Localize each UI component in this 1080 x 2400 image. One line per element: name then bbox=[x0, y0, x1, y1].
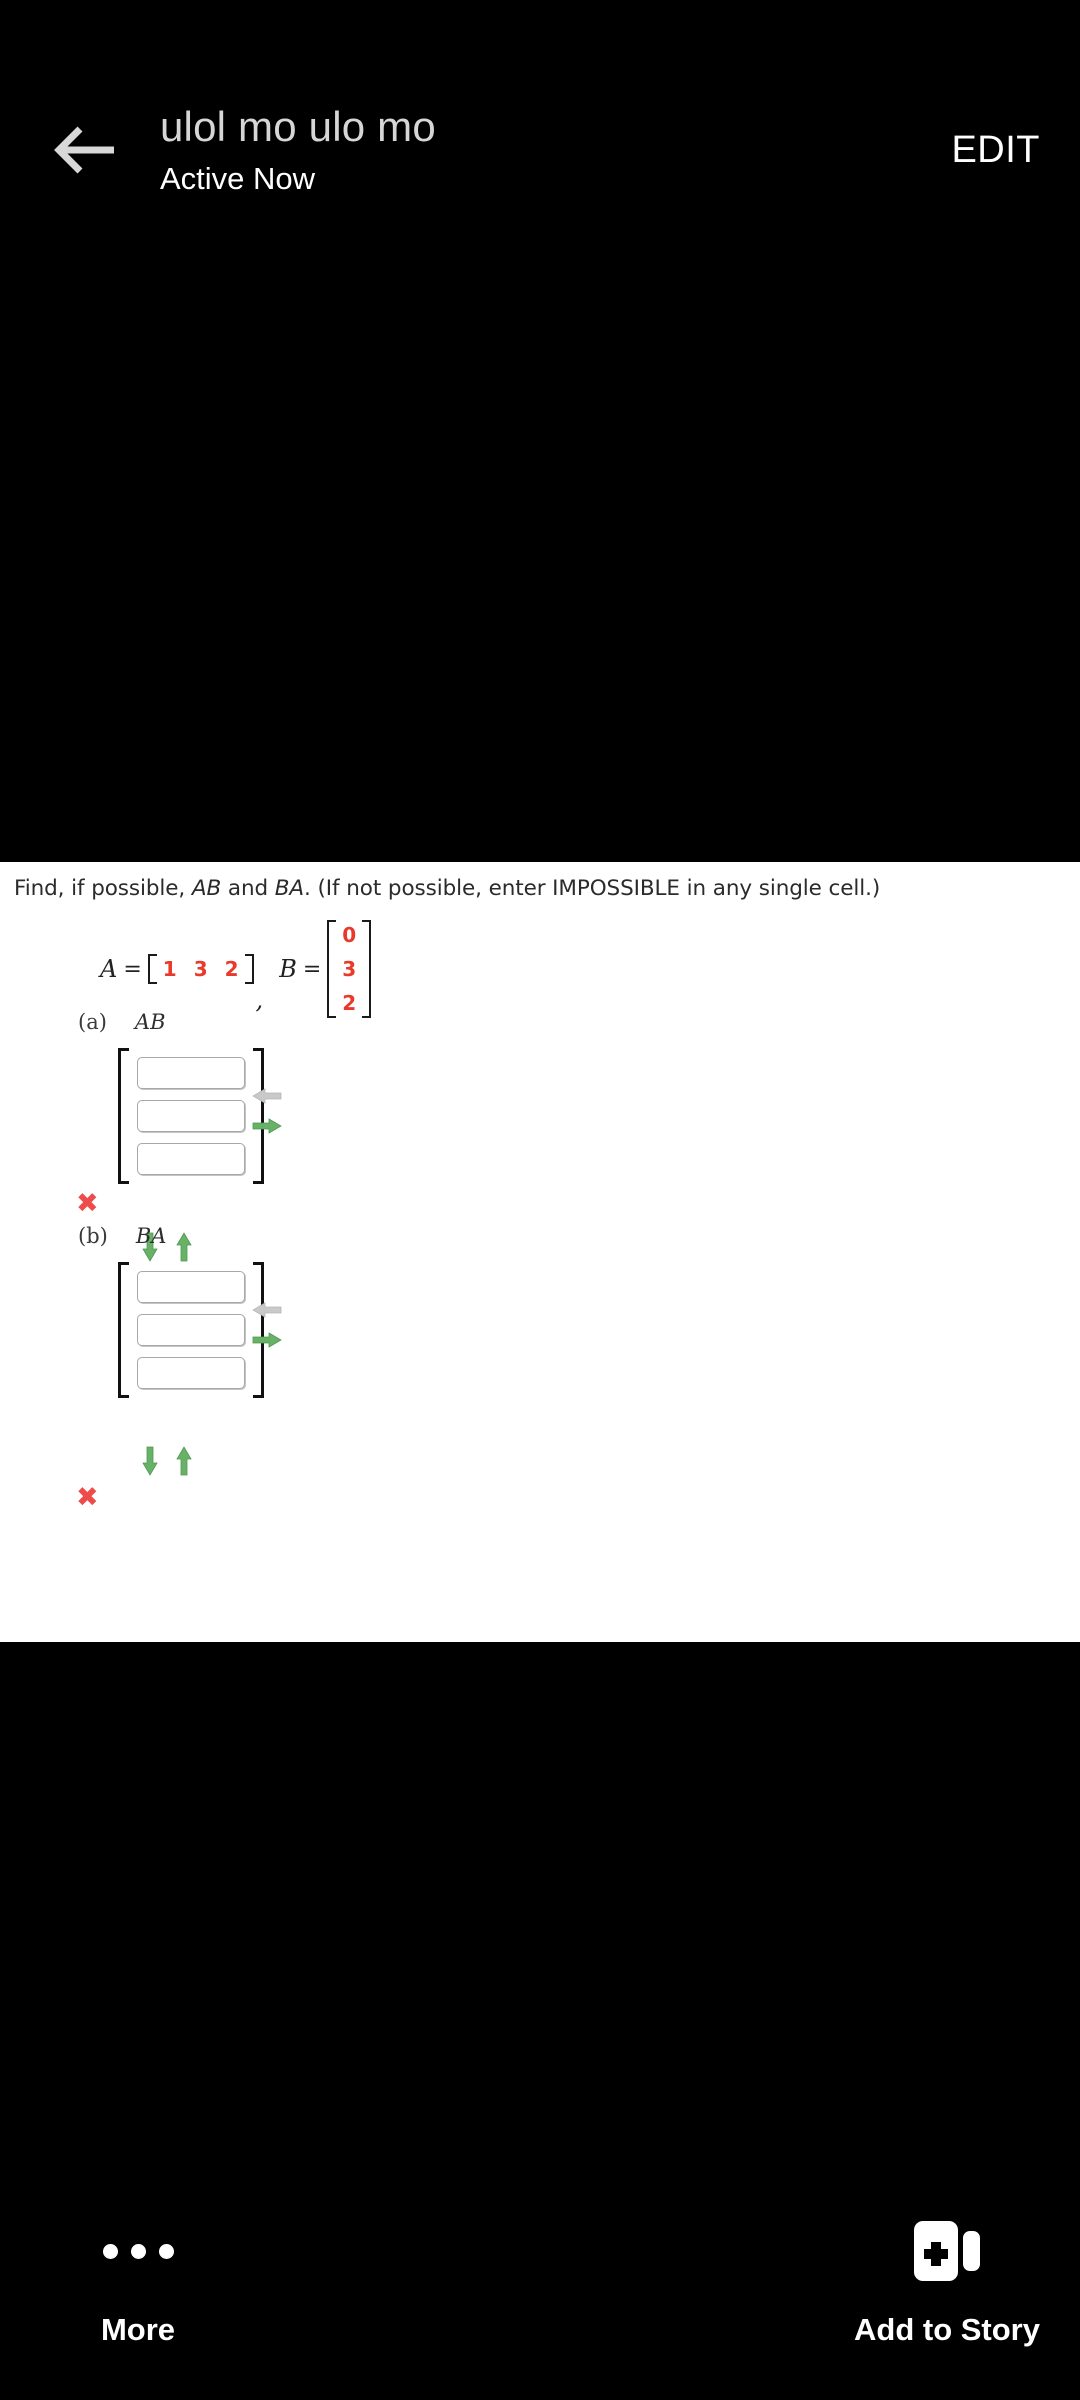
edit-button[interactable]: EDIT bbox=[931, 129, 1040, 172]
part-a-cell-input-2[interactable] bbox=[137, 1100, 245, 1132]
part-b-incorrect-mark: ✖ bbox=[76, 1482, 99, 1513]
matrix-b-cell: 3 bbox=[342, 957, 357, 981]
conversation-title: ulol mo ulo mo bbox=[160, 102, 436, 150]
arrow-up-green-icon[interactable] bbox=[176, 1446, 192, 1476]
more-label: More bbox=[100, 2312, 176, 2347]
add-to-story-label: Add to Story bbox=[854, 2312, 1040, 2347]
part-b-cell-input-3[interactable] bbox=[137, 1357, 245, 1389]
question-mid: and bbox=[221, 876, 275, 901]
matrix-b-cell: 0 bbox=[342, 923, 357, 947]
matrix-a-equals: = bbox=[123, 956, 142, 982]
arrow-right-green-icon[interactable] bbox=[252, 1118, 282, 1134]
conversation-title-block[interactable]: ulol mo ulo mo Active Now bbox=[160, 103, 931, 197]
matrix-b-cell: 2 bbox=[342, 991, 357, 1015]
part-b-cell-input-1[interactable] bbox=[137, 1271, 245, 1303]
add-to-story-icon bbox=[912, 2212, 982, 2290]
shared-media-card: Find, if possible, AB and BA. (If not po… bbox=[0, 862, 1080, 1642]
part-a-label: (a) AB bbox=[78, 1010, 166, 1034]
arrow-left-disabled-icon[interactable] bbox=[252, 1302, 282, 1318]
given-matrices: A = 1 3 2 , B = 0 3 2 bbox=[100, 920, 372, 1018]
matrix-b-label: B bbox=[279, 955, 297, 983]
part-a-incorrect-mark: ✖ bbox=[76, 1188, 99, 1219]
part-b-cells bbox=[129, 1262, 253, 1398]
question-suffix: . (If not possible, enter IMPOSSIBLE in … bbox=[304, 876, 881, 901]
question-expression-ab: AB bbox=[191, 876, 222, 901]
matrix-a-label: A bbox=[100, 955, 118, 983]
part-a-answer-matrix bbox=[118, 1048, 264, 1184]
bracket-left-icon bbox=[147, 954, 157, 984]
conversation-header: ulol mo ulo mo Active Now EDIT bbox=[0, 0, 1080, 260]
add-to-story-button[interactable]: Add to Story bbox=[854, 2212, 1040, 2348]
arrow-right-green-icon[interactable] bbox=[252, 1332, 282, 1348]
part-a-cell-input-3[interactable] bbox=[137, 1143, 245, 1175]
part-b-side-arrows bbox=[252, 1302, 282, 1348]
ellipsis-dot bbox=[158, 2243, 174, 2259]
part-b-expression: BA bbox=[135, 1224, 167, 1248]
matrix-a-cell: 3 bbox=[193, 957, 208, 981]
conversation-status: Active Now bbox=[160, 160, 316, 196]
matrix-a-cell: 1 bbox=[162, 957, 177, 981]
matrix-a-cell: 2 bbox=[224, 957, 239, 981]
part-b-label: (b) BA bbox=[78, 1224, 166, 1248]
matrix-a-body: 1 3 2 bbox=[157, 954, 245, 984]
part-a-cell-input-1[interactable] bbox=[137, 1057, 245, 1089]
question-prompt: Find, if possible, AB and BA. (If not po… bbox=[14, 876, 880, 901]
matrix-separator: , bbox=[255, 986, 264, 1014]
bracket-left-icon bbox=[118, 1262, 129, 1398]
back-button[interactable] bbox=[40, 105, 130, 195]
matrix-b-column: 0 3 2 bbox=[342, 925, 356, 1013]
ellipsis-icon bbox=[102, 2212, 174, 2290]
matrix-b-body: 0 3 2 bbox=[336, 920, 362, 1018]
question-expression-ba: BA bbox=[274, 876, 305, 901]
matrix-a-row: 1 3 2 bbox=[163, 959, 239, 979]
arrow-left-disabled-icon[interactable] bbox=[252, 1088, 282, 1104]
matrix-a: 1 3 2 bbox=[147, 954, 254, 984]
part-a-expression: AB bbox=[134, 1010, 166, 1034]
more-button[interactable]: More bbox=[58, 2212, 218, 2348]
story-footer-bar: More Add to Story bbox=[0, 2100, 1080, 2400]
part-b-id: (b) bbox=[78, 1224, 108, 1248]
bracket-left-icon bbox=[327, 920, 337, 1018]
part-b-cell-input-2[interactable] bbox=[137, 1314, 245, 1346]
part-a-cells bbox=[129, 1048, 253, 1184]
part-b-bottom-arrows bbox=[142, 1446, 192, 1476]
part-a-side-arrows bbox=[252, 1088, 282, 1134]
bracket-right-icon bbox=[362, 920, 372, 1018]
ellipsis-dot bbox=[130, 2243, 146, 2259]
ellipsis-dot bbox=[102, 2243, 118, 2259]
part-a-id: (a) bbox=[78, 1010, 107, 1034]
arrow-left-icon bbox=[54, 125, 116, 175]
matrix-b-equals: = bbox=[302, 956, 322, 982]
arrow-up-green-icon[interactable] bbox=[176, 1232, 192, 1262]
matrix-b: 0 3 2 bbox=[327, 920, 372, 1018]
part-b-answer-matrix bbox=[118, 1262, 264, 1398]
bracket-right-icon bbox=[244, 954, 254, 984]
arrow-down-green-icon[interactable] bbox=[142, 1446, 158, 1476]
question-prefix: Find, if possible, bbox=[14, 876, 192, 901]
bracket-left-icon bbox=[118, 1048, 129, 1184]
